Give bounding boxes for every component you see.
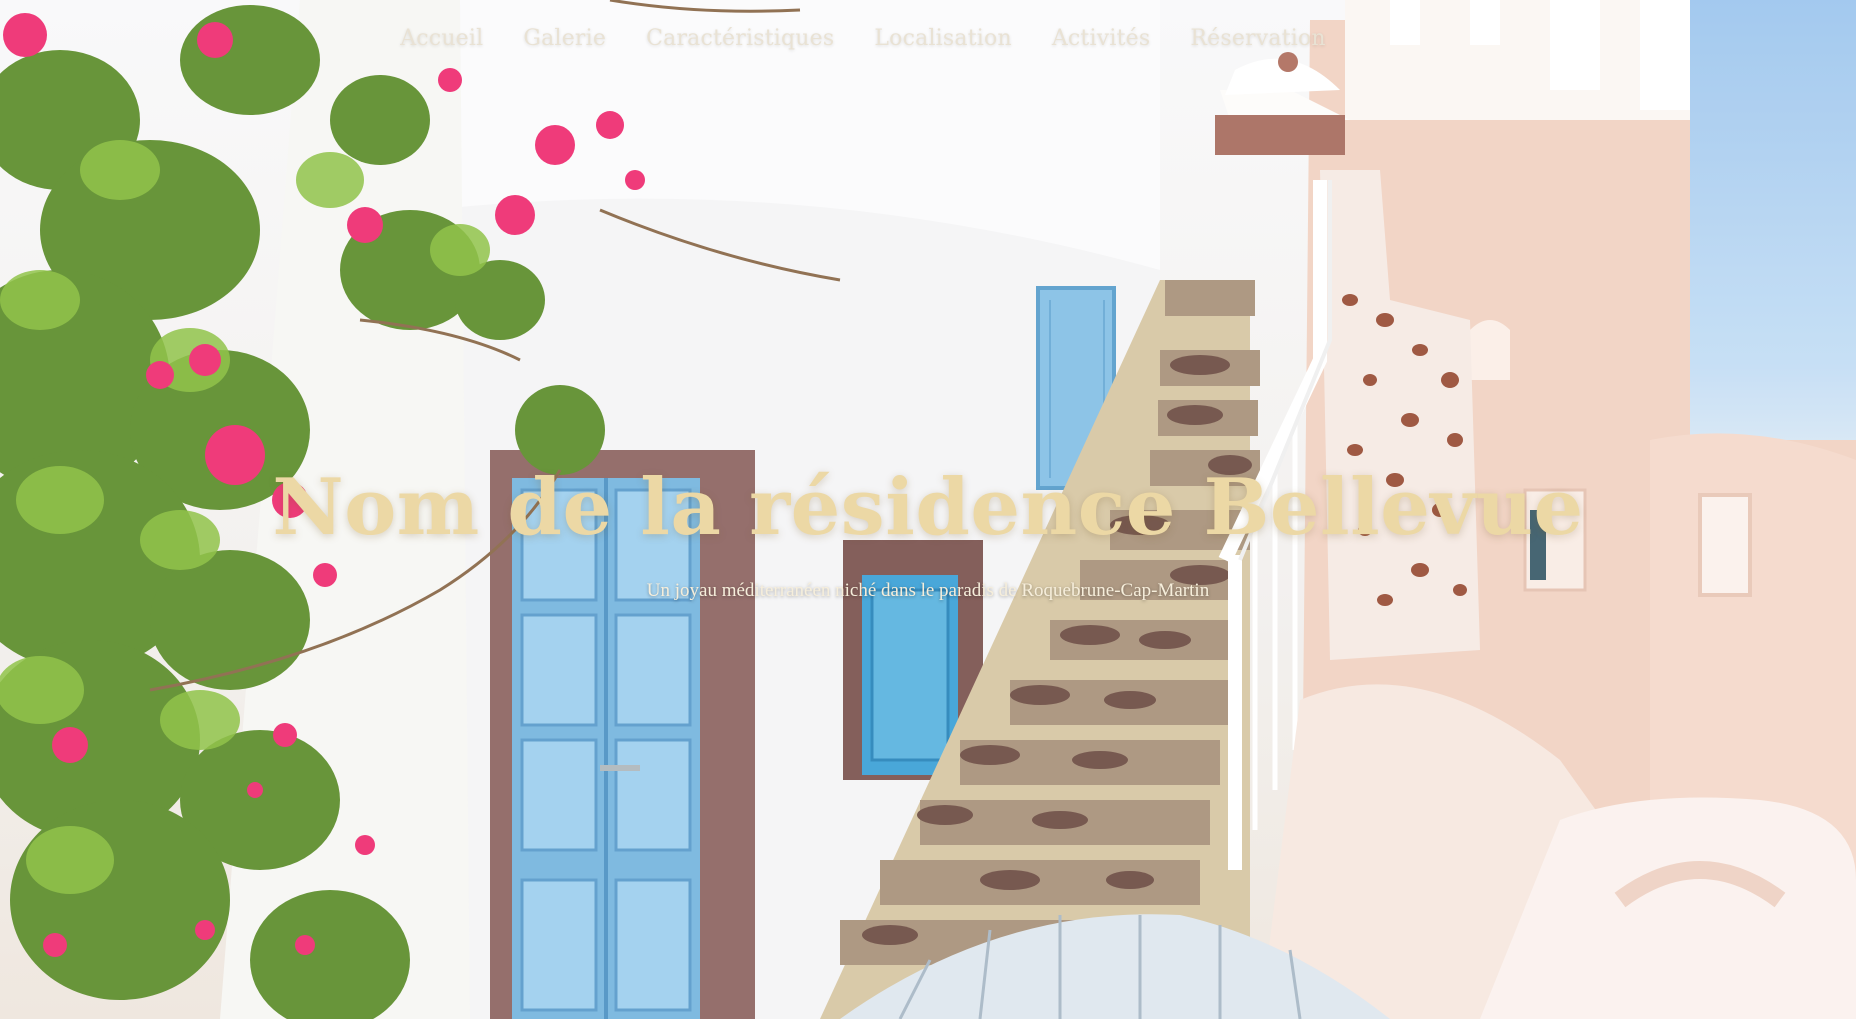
- nav-item-accueil[interactable]: Accueil: [400, 26, 483, 51]
- nav-item-reservation[interactable]: Réservation: [1190, 26, 1325, 51]
- nav-item-activites[interactable]: Activités: [1052, 26, 1151, 51]
- nav-item-galerie[interactable]: Galerie: [523, 26, 606, 51]
- hero-title: Nom de la résidence Bellevue: [272, 462, 1584, 553]
- nav-item-localisation[interactable]: Localisation: [874, 26, 1011, 51]
- hero-subtitle: Un joyau méditerranéen niché dans le par…: [646, 580, 1210, 601]
- nav-item-caracteristiques[interactable]: Caractéristiques: [646, 26, 834, 51]
- main-navigation: Accueil Galerie Caractéristiques Localis…: [0, 18, 1856, 58]
